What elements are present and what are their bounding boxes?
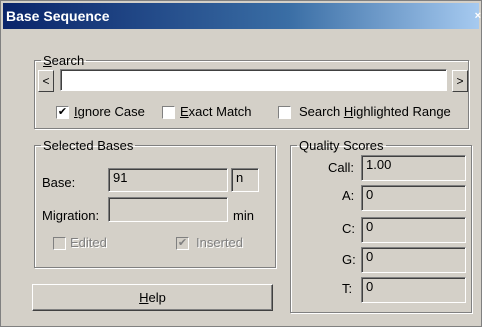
- g-score-field: 0: [361, 247, 466, 273]
- search-input[interactable]: [60, 69, 447, 91]
- migration-unit: min: [233, 208, 254, 223]
- title-bar[interactable]: Base Sequence ×: [3, 3, 481, 29]
- close-icon[interactable]: ×: [475, 10, 481, 22]
- search-next-button[interactable]: >: [452, 70, 468, 92]
- base-value-field: 91: [108, 168, 228, 192]
- t-score-field: 0: [361, 277, 466, 303]
- chevron-left-icon: <: [42, 74, 50, 88]
- help-button[interactable]: Help: [32, 284, 273, 311]
- selected-bases-legend: Selected Bases: [43, 138, 134, 153]
- call-value-field: 1.00: [361, 155, 466, 181]
- edited-label: Edited: [70, 235, 107, 250]
- a-score-field: 0: [361, 185, 466, 211]
- c-score-label: C:: [342, 221, 355, 236]
- ignore-case-checkbox[interactable]: ✔: [56, 106, 69, 119]
- t-score-label: T:: [342, 281, 353, 296]
- base-label: Base:: [42, 175, 76, 190]
- search-previous-button[interactable]: <: [38, 70, 54, 92]
- inserted-label: Inserted: [196, 235, 243, 250]
- migration-label: Migration:: [42, 208, 100, 223]
- search-legend: Search: [43, 53, 85, 68]
- c-score-field: 0: [361, 217, 466, 243]
- search-highlighted-range-checkbox[interactable]: [278, 106, 291, 119]
- ignore-case-label[interactable]: Ignore Case: [74, 104, 145, 119]
- search-highlighted-range-label[interactable]: Search Highlighted Range: [299, 104, 451, 119]
- base-code-field: n: [231, 168, 259, 192]
- a-score-label: A:: [342, 188, 355, 203]
- g-score-label: G:: [342, 252, 356, 267]
- base-sequence-dialog: Base Sequence × Search < > ✔ Ignore Case…: [0, 0, 482, 327]
- chevron-right-icon: >: [456, 74, 464, 88]
- migration-field: [108, 197, 228, 222]
- dialog-title: Base Sequence: [6, 8, 110, 24]
- exact-match-label[interactable]: Exact Match: [180, 104, 252, 119]
- edited-checkbox: [53, 237, 66, 250]
- call-label: Call:: [328, 160, 355, 175]
- exact-match-checkbox[interactable]: [162, 106, 175, 119]
- inserted-checkbox: ✔: [176, 237, 189, 250]
- quality-scores-legend: Quality Scores: [299, 138, 384, 153]
